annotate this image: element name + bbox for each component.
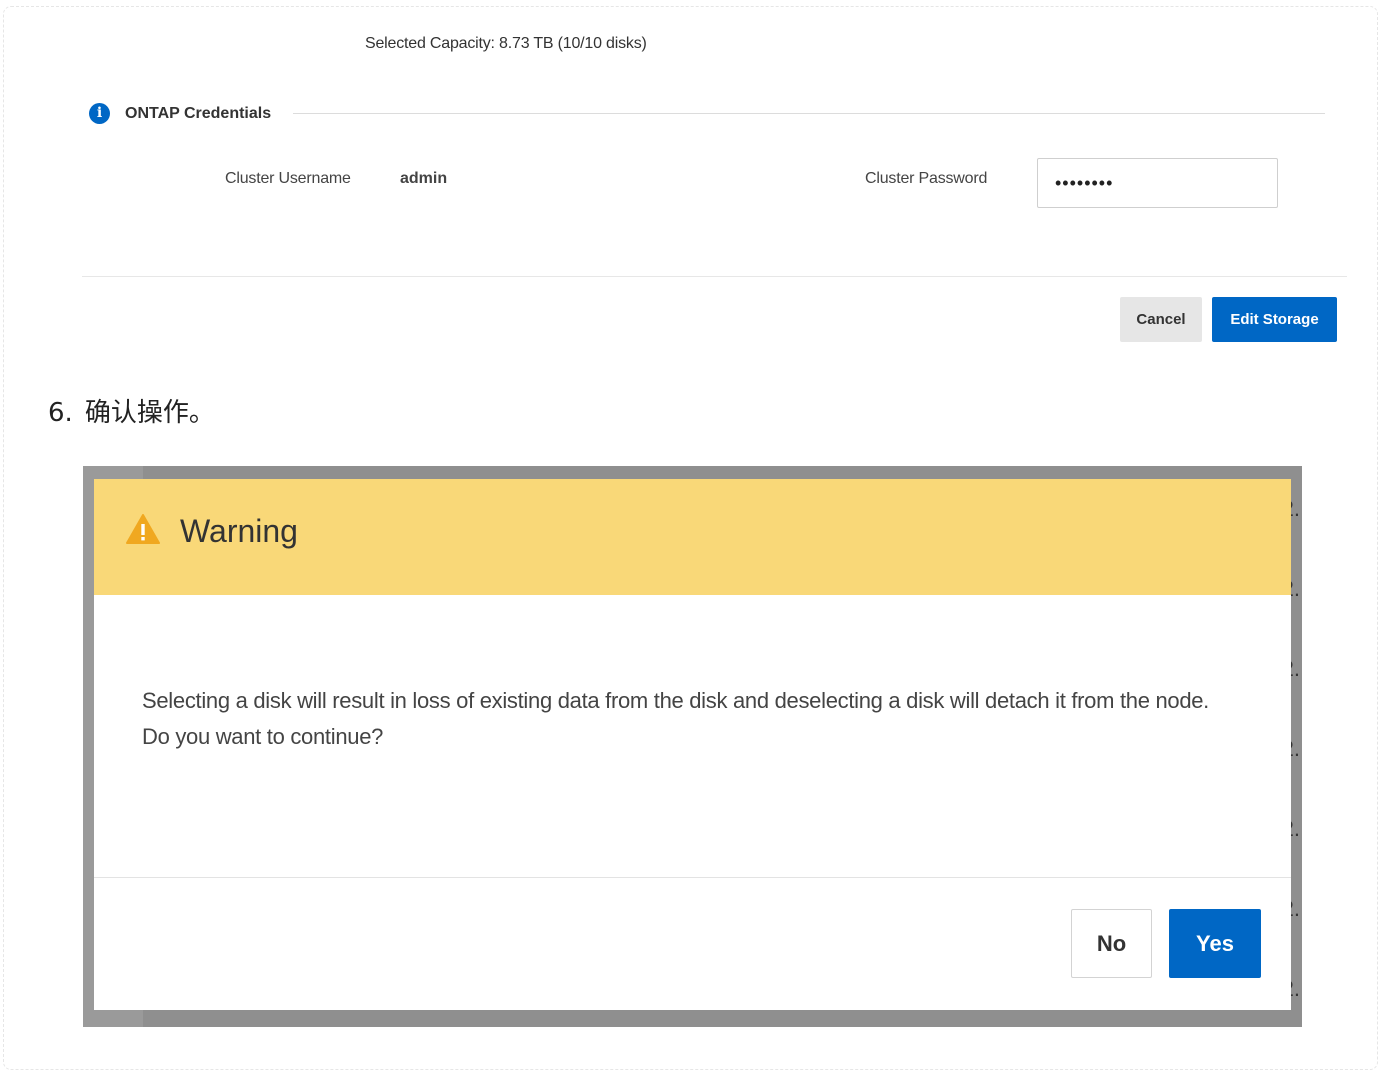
cancel-button[interactable]: Cancel bbox=[1120, 297, 1202, 342]
cluster-username-value: admin bbox=[400, 170, 448, 187]
section-divider bbox=[293, 113, 1325, 114]
cluster-username-label: Cluster Username bbox=[225, 170, 351, 187]
yes-button[interactable]: Yes bbox=[1169, 909, 1261, 978]
dialog-header: Warning bbox=[94, 479, 1291, 595]
warning-triangle-icon bbox=[126, 514, 160, 544]
form-divider bbox=[82, 276, 1347, 277]
cluster-password-label: Cluster Password bbox=[865, 170, 988, 187]
dialog-message: Selecting a disk will result in loss of … bbox=[142, 688, 1209, 749]
ontap-credentials-header: i ONTAP Credentials bbox=[89, 101, 1325, 127]
warning-screenshot: 2. 2. 2. 2. 2. 2. 2. Warning Selecting a… bbox=[83, 466, 1302, 1027]
step-caption: 6. 确认操作。 bbox=[48, 392, 215, 429]
step-text: 确认操作。 bbox=[84, 398, 215, 428]
credentials-title: ONTAP Credentials bbox=[125, 105, 272, 122]
selected-capacity: Selected Capacity: 8.73 TB (10/10 disks) bbox=[365, 35, 647, 52]
info-icon: i bbox=[89, 103, 110, 124]
cluster-password-input[interactable]: •••••••• bbox=[1037, 158, 1278, 208]
no-button[interactable]: No bbox=[1071, 909, 1152, 978]
warning-dialog: Warning Selecting a disk will result in … bbox=[94, 479, 1291, 1010]
dialog-divider bbox=[94, 877, 1291, 878]
step-number: 6. bbox=[48, 398, 73, 428]
dialog-title: Warning bbox=[180, 513, 298, 549]
edit-storage-button[interactable]: Edit Storage bbox=[1212, 297, 1337, 342]
